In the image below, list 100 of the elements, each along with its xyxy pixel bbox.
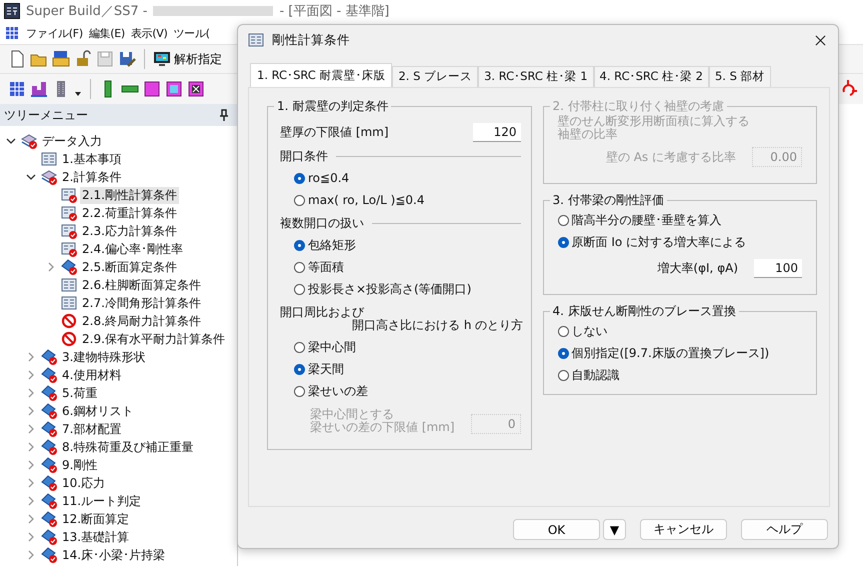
tree-item[interactable]: 2.6.柱脚断面算定条件 xyxy=(80,276,203,294)
tab[interactable]: 5. S 部材 xyxy=(708,66,771,87)
expand-icon[interactable] xyxy=(26,496,36,506)
tree-item[interactable]: 1.基本事項 xyxy=(60,150,124,168)
radio-option[interactable]: ro≦0.4 xyxy=(280,167,521,189)
radio-option[interactable]: max( ro, Lo/L )≦0.4 xyxy=(280,189,521,211)
tab[interactable]: 3. RC･SRC 柱･梁 1 xyxy=(478,66,594,87)
tree-item[interactable]: 10.応力 xyxy=(60,474,108,492)
form-icon xyxy=(61,277,77,293)
wall-icon[interactable] xyxy=(143,80,161,98)
group-title: 4. 床版せん断剛性のブレース置換 xyxy=(552,303,737,320)
menu-item[interactable]: ファイル(F) xyxy=(26,26,83,40)
cross-wall-icon[interactable] xyxy=(187,80,205,98)
tree-item[interactable]: 13.基礎計算 xyxy=(60,528,132,546)
description-text: 壁のせん断変形用断面積に算入する 袖壁の比率 xyxy=(558,115,751,141)
tree-item[interactable]: 6.鋼材リスト xyxy=(60,402,136,420)
panel-title: ツリーメニュー xyxy=(4,106,88,124)
tree-item[interactable]: 2.計算条件 xyxy=(60,168,124,186)
tab[interactable]: 1. RC･SRC 耐震壁･床版 xyxy=(250,63,392,87)
tree-item[interactable]: 2.7.冷間角形計算条件 xyxy=(80,294,203,312)
tree-item[interactable]: 14.床･小梁･片持梁 xyxy=(60,546,168,564)
radio-option[interactable]: 包絡矩形 xyxy=(280,234,521,256)
tab[interactable]: 2. S ブレース xyxy=(392,66,478,87)
cancel-button[interactable]: キャンセル xyxy=(640,519,727,540)
tree-item[interactable]: 2.2.荷重計算条件 xyxy=(80,204,179,222)
expand-icon[interactable] xyxy=(26,406,36,416)
input-field[interactable]: 100 xyxy=(754,259,802,278)
book-check-icon xyxy=(41,493,57,509)
tree-item[interactable]: 2.5.断面算定条件 xyxy=(80,258,179,276)
expand-icon[interactable] xyxy=(26,550,36,560)
grid-icon[interactable] xyxy=(4,25,20,41)
form-icon xyxy=(61,295,77,311)
menu-item[interactable]: 編集(E) xyxy=(88,26,125,40)
book-check-icon xyxy=(41,529,57,545)
book-check-icon xyxy=(41,367,57,383)
collapse-icon[interactable] xyxy=(26,172,36,182)
frame-icon[interactable] xyxy=(30,80,48,98)
dropdown-button[interactable]: ▼ xyxy=(603,519,626,540)
radio-option[interactable]: 等面積 xyxy=(280,256,521,278)
tree-item[interactable]: 4.使用材料 xyxy=(60,366,124,384)
close-icon[interactable] xyxy=(815,34,826,46)
tree-item[interactable]: 7.部材配置 xyxy=(60,420,124,438)
radio-option[interactable]: 梁中心間 xyxy=(280,336,521,358)
menu-item[interactable]: ツール( xyxy=(173,26,210,40)
tab[interactable]: 4. RC･SRC 柱･梁 2 xyxy=(594,66,709,87)
analysis-button[interactable]: 解析指定 xyxy=(153,50,222,68)
tree-item[interactable]: 9.剛性 xyxy=(60,456,100,474)
expand-icon[interactable] xyxy=(26,460,36,470)
tree-item[interactable]: 2.4.偏心率･剛性率 xyxy=(80,240,185,258)
tree-item[interactable]: 2.1.剛性計算条件 xyxy=(80,186,179,204)
group-title: 3. 付帯梁の剛性評価 xyxy=(552,192,665,209)
ok-button[interactable]: OK xyxy=(513,519,600,540)
caret-icon[interactable] xyxy=(74,91,82,97)
tree-item[interactable]: 8.特殊荷重及び補正重量 xyxy=(60,438,196,456)
radio-option[interactable]: しない xyxy=(556,320,802,342)
opening-wall-icon[interactable] xyxy=(165,80,183,98)
expand-icon[interactable] xyxy=(26,370,36,380)
tree-item[interactable]: 2.3.応力計算条件 xyxy=(80,222,179,240)
form-check-icon xyxy=(61,241,77,257)
padlock-icon[interactable] xyxy=(74,50,92,68)
book-check-icon xyxy=(41,385,57,401)
form-icon xyxy=(248,32,264,48)
folder-icon[interactable] xyxy=(52,50,70,68)
tree-item[interactable]: 3.建物特殊形状 xyxy=(60,348,148,366)
radio-option[interactable]: 投影長さ×投影高さ(等価開口) xyxy=(280,278,521,300)
document-stack-icon xyxy=(41,169,57,185)
radio-option[interactable]: 個別指定([9.7.床版の置換ブレース]) xyxy=(556,342,802,364)
collapse-icon[interactable] xyxy=(6,136,16,146)
tree-item[interactable]: 2.8.終局耐力計算条件 xyxy=(80,312,203,330)
radio-option[interactable]: 階高半分の腰壁･垂壁を算入 xyxy=(556,209,802,231)
expand-icon[interactable] xyxy=(26,388,36,398)
tree-item[interactable]: 12.断面算定 xyxy=(60,510,132,528)
help-button[interactable]: ヘルプ xyxy=(741,519,828,540)
input-field[interactable]: 120 xyxy=(472,123,521,142)
expand-icon[interactable] xyxy=(26,514,36,524)
radio-option[interactable]: 梁天間 xyxy=(280,358,521,380)
form-check-icon xyxy=(61,223,77,239)
book-check-icon xyxy=(41,475,57,491)
grid-icon[interactable] xyxy=(8,80,26,98)
radio-option[interactable]: 梁せいの差 xyxy=(280,380,521,402)
expand-icon[interactable] xyxy=(26,424,36,434)
expand-icon[interactable] xyxy=(26,352,36,362)
group-title: 1. 耐震壁の判定条件 xyxy=(276,98,390,115)
expand-icon[interactable] xyxy=(46,262,56,272)
book-check-icon xyxy=(41,403,57,419)
tree-item[interactable]: 11.ルート判定 xyxy=(60,492,144,510)
app-logo-icon xyxy=(4,3,20,19)
dialog-title: 剛性計算条件 xyxy=(272,32,350,48)
pin-icon[interactable] xyxy=(219,109,229,121)
tree-item[interactable]: データ入力 xyxy=(40,132,104,150)
tree-item[interactable]: 5.荷重 xyxy=(60,384,100,402)
menu-item[interactable]: 表示(V) xyxy=(130,26,168,40)
expand-icon[interactable] xyxy=(26,478,36,488)
radio-option[interactable]: 原断面 Io に対する増大率による xyxy=(556,231,802,253)
expand-icon[interactable] xyxy=(26,442,36,452)
tree-item[interactable]: 2.9.保有水平耐力計算条件 xyxy=(80,330,227,348)
expand-icon[interactable] xyxy=(26,532,36,542)
radio-option[interactable]: 自動認識 xyxy=(556,364,802,386)
save-edit-icon[interactable] xyxy=(118,50,136,68)
book-check-icon xyxy=(41,421,57,437)
